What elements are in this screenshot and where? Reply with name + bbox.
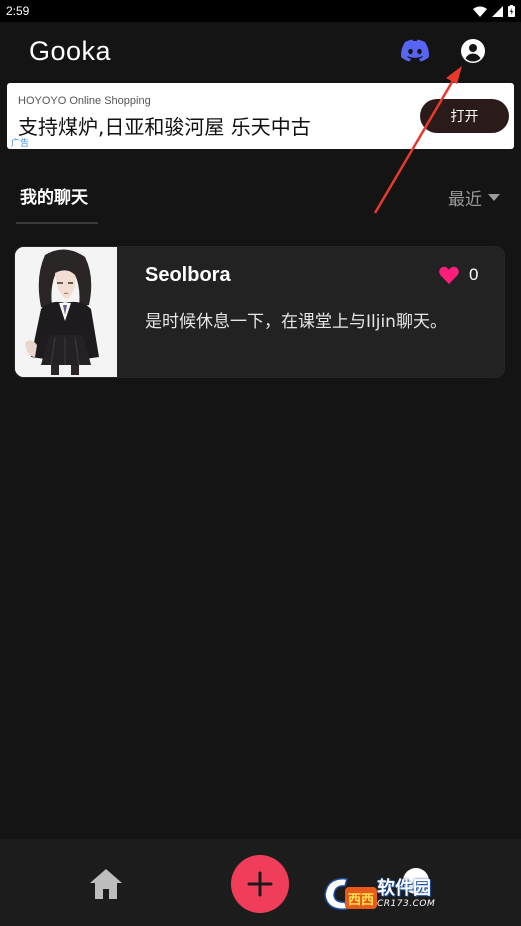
sort-dropdown[interactable]: 最近 (448, 185, 500, 210)
discord-button[interactable] (400, 39, 430, 63)
profile-button[interactable] (460, 38, 486, 64)
watermark-text: 软件园 (377, 877, 431, 899)
tab-my-chats[interactable]: 我的聊天 (20, 183, 88, 208)
home-icon (90, 869, 122, 899)
wifi-icon (473, 6, 487, 17)
ad-source: HOYOYO Online Shopping (18, 95, 151, 107)
chat-card[interactable]: Seolbora 0 是时候休息一下，在课堂上与Iljin聊天。 (14, 246, 505, 378)
status-time: 2:59 (6, 4, 30, 18)
app-header: Gooka (0, 22, 521, 82)
signal-icon (492, 5, 503, 17)
character-name: Seolbora (145, 264, 231, 286)
watermark: 西西 软件园 CR173.COM (321, 873, 501, 914)
add-chat-button[interactable] (231, 855, 289, 913)
ad-open-button[interactable]: 打开 (420, 99, 509, 133)
caret-down-icon (488, 194, 500, 201)
watermark-text-block: 软件园 CR173.COM (377, 877, 436, 909)
heart-icon (439, 266, 459, 284)
ad-banner[interactable]: HOYOYO Online Shopping 支持煤炉,日亚和骏河屋 乐天中古 … (7, 83, 514, 149)
ad-label: 广告 (11, 139, 30, 149)
ad-headline: 支持煤炉,日亚和骏河屋 乐天中古 (18, 115, 311, 139)
status-bar: 2:59 (0, 0, 521, 22)
character-portrait (15, 247, 117, 377)
watermark-sub: CR173.COM (377, 898, 436, 909)
chat-preview: 是时候休息一下，在课堂上与Iljin聊天。 (145, 312, 447, 332)
like-count: 0 (469, 265, 479, 284)
plus-icon (247, 871, 273, 897)
watermark-logo-text: 西西 (348, 893, 374, 908)
character-avatar (15, 247, 117, 377)
sort-label: 最近 (448, 190, 482, 210)
battery-icon (508, 5, 515, 17)
discord-icon (400, 39, 430, 62)
app-title: Gooka (29, 36, 112, 66)
profile-icon (461, 39, 485, 63)
watermark-logo: 西西 (324, 878, 377, 910)
status-icons (473, 5, 515, 17)
tab-underline (16, 222, 98, 224)
like-group[interactable]: 0 (439, 265, 478, 285)
home-button[interactable] (88, 867, 124, 901)
